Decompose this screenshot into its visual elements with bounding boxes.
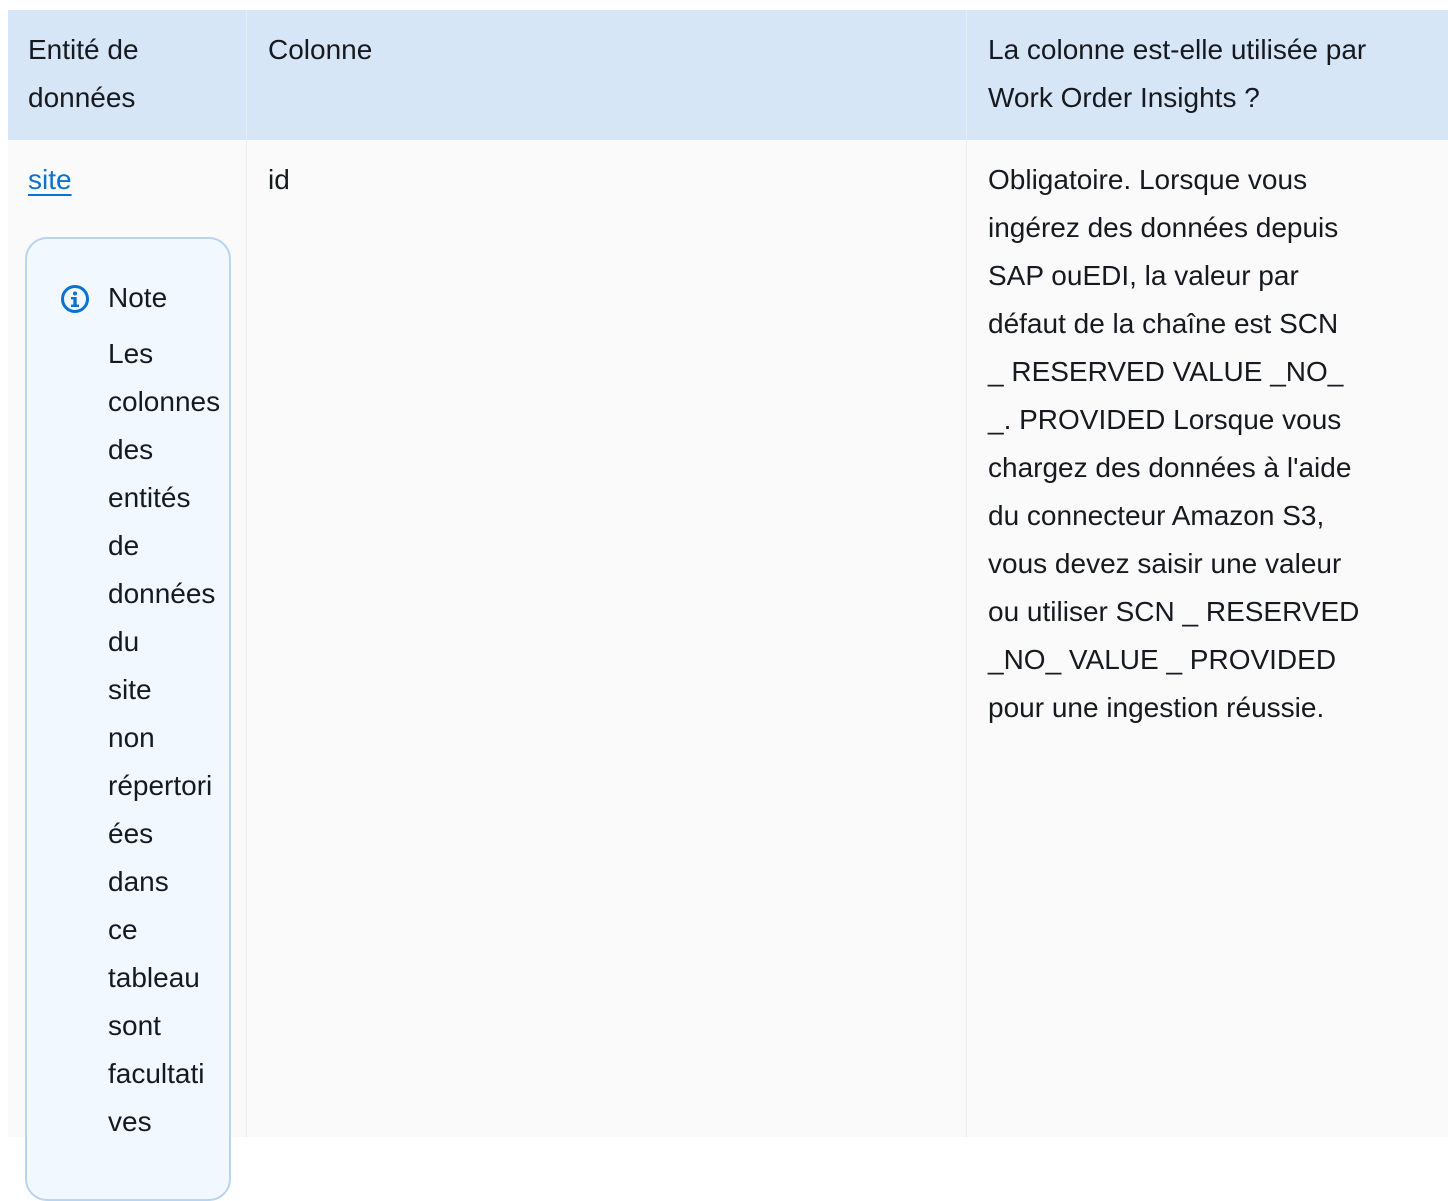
- usage-line: ou utiliser SCN _ RESERVED: [988, 596, 1360, 627]
- usage-line: défaut de la chaîne est SCN: [988, 308, 1339, 339]
- note-callout: Note Les colonnes des entités de données…: [25, 237, 231, 1201]
- note-line: ées: [108, 818, 154, 849]
- header-usage-line: Work Order Insights ?: [988, 82, 1260, 113]
- column-name-cell: id: [268, 164, 290, 195]
- note-line: répertori: [108, 770, 213, 801]
- column-divider: [246, 10, 247, 1137]
- usage-description-cell: Obligatoire. Lorsque vous ingérez des do…: [988, 156, 1428, 732]
- note-line: des: [108, 434, 154, 465]
- header-entity-line: données: [28, 82, 136, 113]
- note-line: entités: [108, 482, 191, 513]
- column-divider: [966, 10, 967, 1137]
- usage-line: pour une ingestion réussie.: [988, 692, 1325, 723]
- table-header: Entité de données Colonne La colonne est…: [8, 10, 1448, 140]
- note-title: Note: [108, 282, 168, 313]
- header-entity-line: Entité de: [28, 34, 139, 65]
- note-line: Les: [108, 338, 154, 369]
- usage-line: chargez des données à l'aide: [988, 452, 1352, 483]
- usage-line: _ RESERVED VALUE _NO_: [988, 356, 1344, 387]
- note-line: dans: [108, 866, 169, 897]
- usage-line: ingérez des données depuis: [988, 212, 1339, 243]
- usage-line: du connecteur Amazon S3,: [988, 500, 1325, 531]
- note-body: Les colonnes des entités de données du s…: [108, 330, 221, 1146]
- note-line: de: [108, 530, 140, 561]
- note-line: données: [108, 578, 216, 609]
- info-circle-icon: [61, 285, 89, 313]
- note-line: ce: [108, 914, 138, 945]
- header-column-line: Colonne: [268, 34, 373, 65]
- usage-line: _NO_ VALUE _ PROVIDED: [988, 644, 1337, 675]
- header-entity: Entité de données: [28, 26, 238, 122]
- usage-line: SAP ouEDI, la valeur par: [988, 260, 1299, 291]
- note-line: non: [108, 722, 155, 753]
- note-line: colonnes: [108, 386, 221, 417]
- note-line: site: [108, 674, 152, 705]
- data-table: Entité de données Colonne La colonne est…: [8, 10, 1448, 1201]
- site-link[interactable]: site: [28, 156, 72, 204]
- header-usage: La colonne est-elle utilisée par Work Or…: [988, 26, 1438, 122]
- note-line: ves: [108, 1106, 152, 1137]
- note-line: sont: [108, 1010, 161, 1041]
- note-line: du: [108, 626, 140, 657]
- usage-line: Obligatoire. Lorsque vous: [988, 164, 1308, 195]
- header-column: Colonne: [268, 26, 948, 74]
- usage-line: vous devez saisir une valeur: [988, 548, 1342, 579]
- note-line: tableau: [108, 962, 200, 993]
- usage-line: _. PROVIDED Lorsque vous: [988, 404, 1342, 435]
- note-line: facultati: [108, 1058, 205, 1089]
- header-usage-line: La colonne est-elle utilisée par: [988, 34, 1367, 65]
